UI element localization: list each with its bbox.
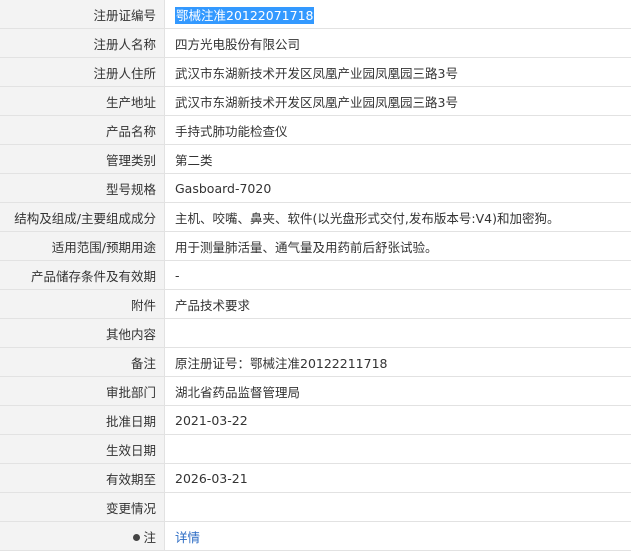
row-residence: 注册人住所 武汉市东湖新技术开发区凤凰产业园凤凰园三路3号 (0, 57, 631, 87)
row-scope: 适用范围/预期用途 用于测量肺活量、通气量及用药前后舒张试验。 (0, 231, 631, 261)
label-structure: 结构及组成/主要组成成分 (0, 202, 165, 232)
row-effective-date: 生效日期 (0, 434, 631, 464)
value-reg-no-cell: 鄂械注准20122071718 (164, 0, 631, 29)
value-effective-date (164, 434, 631, 464)
value-note-cell: 详情 (164, 521, 631, 551)
value-expiry-date: 2026-03-21 (164, 463, 631, 493)
label-model: 型号规格 (0, 173, 165, 203)
value-category: 第二类 (164, 144, 631, 174)
value-residence: 武汉市东湖新技术开发区凤凰产业园凤凰园三路3号 (164, 57, 631, 87)
value-product-name: 手持式肺功能检查仪 (164, 115, 631, 145)
row-production-address: 生产地址 武汉市东湖新技术开发区凤凰产业园凤凰园三路3号 (0, 86, 631, 116)
row-registrant: 注册人名称 四方光电股份有限公司 (0, 28, 631, 58)
label-other: 其他内容 (0, 318, 165, 348)
value-changes (164, 492, 631, 522)
label-remarks: 备注 (0, 347, 165, 377)
label-effective-date: 生效日期 (0, 434, 165, 464)
row-storage: 产品储存条件及有效期 - (0, 260, 631, 290)
label-storage: 产品储存条件及有效期 (0, 260, 165, 290)
row-structure: 结构及组成/主要组成成分 主机、咬嘴、鼻夹、软件(以光盘形式交付,发布版本号:V… (0, 202, 631, 232)
label-production-address: 生产地址 (0, 86, 165, 116)
label-residence: 注册人住所 (0, 57, 165, 87)
row-approver: 审批部门 湖北省药品监督管理局 (0, 376, 631, 406)
row-product-name: 产品名称 手持式肺功能检查仪 (0, 115, 631, 145)
row-attachment: 附件 产品技术要求 (0, 289, 631, 319)
value-remarks: 原注册证号：鄂械注准20122211718 (164, 347, 631, 377)
label-reg-no: 注册证编号 (0, 0, 165, 29)
row-other: 其他内容 (0, 318, 631, 348)
details-link[interactable]: 详情 (175, 530, 200, 545)
row-approval-date: 批准日期 2021-03-22 (0, 405, 631, 435)
label-approver: 审批部门 (0, 376, 165, 406)
row-remarks: 备注 原注册证号：鄂械注准20122211718 (0, 347, 631, 377)
row-category: 管理类别 第二类 (0, 144, 631, 174)
row-changes: 变更情况 (0, 492, 631, 522)
row-expiry-date: 有效期至 2026-03-21 (0, 463, 631, 493)
value-registrant: 四方光电股份有限公司 (164, 28, 631, 58)
value-structure: 主机、咬嘴、鼻夹、软件(以光盘形式交付,发布版本号:V4)和加密狗。 (164, 202, 631, 232)
value-production-address: 武汉市东湖新技术开发区凤凰产业园凤凰园三路3号 (164, 86, 631, 116)
label-category: 管理类别 (0, 144, 165, 174)
label-product-name: 产品名称 (0, 115, 165, 145)
row-reg-no: 注册证编号 鄂械注准20122071718 (0, 0, 631, 29)
label-scope: 适用范围/预期用途 (0, 231, 165, 261)
note-bullet-icon (133, 533, 141, 541)
value-attachment: 产品技术要求 (164, 289, 631, 319)
label-note-cell: 注 (0, 521, 165, 551)
value-approval-date: 2021-03-22 (164, 405, 631, 435)
label-changes: 变更情况 (0, 492, 165, 522)
label-registrant: 注册人名称 (0, 28, 165, 58)
row-model: 型号规格 Gasboard-7020 (0, 173, 631, 203)
value-other (164, 318, 631, 348)
label-attachment: 附件 (0, 289, 165, 319)
value-storage: - (164, 260, 631, 290)
label-approval-date: 批准日期 (0, 405, 165, 435)
value-model: Gasboard-7020 (164, 173, 631, 203)
value-scope: 用于测量肺活量、通气量及用药前后舒张试验。 (164, 231, 631, 261)
label-expiry-date: 有效期至 (0, 463, 165, 493)
registration-detail-table: 注册证编号 鄂械注准20122071718 注册人名称 四方光电股份有限公司 注… (0, 0, 631, 551)
label-note: 注 (143, 529, 156, 545)
row-note: 注 详情 (0, 521, 631, 551)
value-reg-no[interactable]: 鄂械注准20122071718 (175, 6, 315, 24)
value-approver: 湖北省药品监督管理局 (164, 376, 631, 406)
